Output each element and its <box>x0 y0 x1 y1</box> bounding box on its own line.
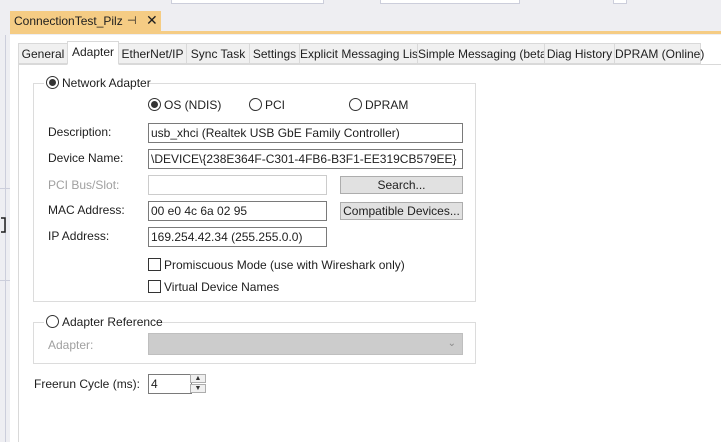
tab-dpram-online[interactable]: DPRAM (Online) <box>614 43 704 64</box>
dpram-radio[interactable] <box>349 98 362 111</box>
close-icon[interactable]: ✕ <box>146 12 158 29</box>
virtual-device-names-checkbox[interactable] <box>148 280 161 293</box>
toolbar-slot <box>380 0 520 4</box>
pci-bus-slot-label: PCI Bus/Slot: <box>48 178 120 192</box>
pci-bus-slot-field[interactable] <box>148 175 327 195</box>
pci-radio[interactable] <box>249 98 262 111</box>
description-label: Description: <box>48 125 112 139</box>
tab-explicit-messaging-list[interactable]: Explicit Messaging List <box>299 43 421 64</box>
adapter-label: Adapter: <box>48 338 94 352</box>
chevron-down-icon[interactable]: ⌄ <box>448 338 456 349</box>
tab-adapter[interactable]: Adapter <box>67 41 119 65</box>
promiscuous-mode-label: Promiscuous Mode (use with Wireshark onl… <box>164 258 405 272</box>
dpram-label: DPRAM <box>365 98 409 112</box>
os-ndis-label: OS (NDIS) <box>164 98 222 112</box>
left-dock-separator <box>0 280 10 281</box>
spin-down-icon[interactable]: ▼ <box>190 384 206 393</box>
compatible-devices-button[interactable]: Compatible Devices... <box>340 202 463 220</box>
pci-label: PCI <box>265 98 286 112</box>
virtual-device-names-label: Virtual Device Names <box>164 280 280 294</box>
tab-diag-history[interactable]: Diag History <box>544 43 615 64</box>
os-ndis-radio[interactable] <box>148 98 161 111</box>
left-dock-divider <box>5 35 6 442</box>
search-button[interactable]: Search... <box>340 176 463 194</box>
mac-address-label: MAC Address: <box>48 203 125 217</box>
mac-address-field[interactable]: 00 e0 4c 6a 02 95 <box>148 201 327 221</box>
ip-address-field[interactable]: 169.254.42.34 (255.255.0.0) <box>148 227 327 247</box>
description-field[interactable]: usb_xhci (Realtek USB GbE Family Control… <box>148 123 463 143</box>
adapter-reference-radio[interactable] <box>46 315 59 328</box>
pin-icon[interactable]: ⊣ <box>127 14 137 27</box>
toolbar-slot <box>613 0 627 4</box>
tab-general[interactable]: General <box>18 43 68 64</box>
device-name-label: Device Name: <box>48 151 124 165</box>
toolbar-slot <box>171 0 324 4</box>
freerun-cycle-field[interactable]: 4 <box>148 374 192 394</box>
network-adapter-radio[interactable] <box>46 76 59 89</box>
spin-up-icon[interactable]: ▲ <box>190 374 206 383</box>
device-name-field[interactable]: \DEVICE\{238E364F-C301-4FB6-B3F1-EE319CB… <box>148 149 463 169</box>
tab-ethernet-ip[interactable]: EtherNet/IP <box>118 43 187 64</box>
adapter-dropdown[interactable]: ⌄ <box>148 333 463 355</box>
left-dock-separator <box>0 188 10 189</box>
tab-settings[interactable]: Settings <box>249 43 300 64</box>
tab-simple-messaging[interactable]: Simple Messaging (beta) <box>417 43 551 64</box>
resize-cursor-icon <box>1 217 6 233</box>
tab-sync-task[interactable]: Sync Task <box>186 43 250 64</box>
document-tab-title: ConnectionTest_Pilz <box>14 14 123 28</box>
ip-address-label: IP Address: <box>48 229 110 243</box>
promiscuous-mode-checkbox[interactable] <box>148 258 161 271</box>
network-adapter-label: Network Adapter <box>62 76 151 90</box>
adapter-reference-label: Adapter Reference <box>62 315 163 329</box>
document-tab[interactable]: ConnectionTest_Pilz ⊣ ✕ <box>10 11 161 33</box>
freerun-cycle-label: Freerun Cycle (ms): <box>34 377 141 391</box>
